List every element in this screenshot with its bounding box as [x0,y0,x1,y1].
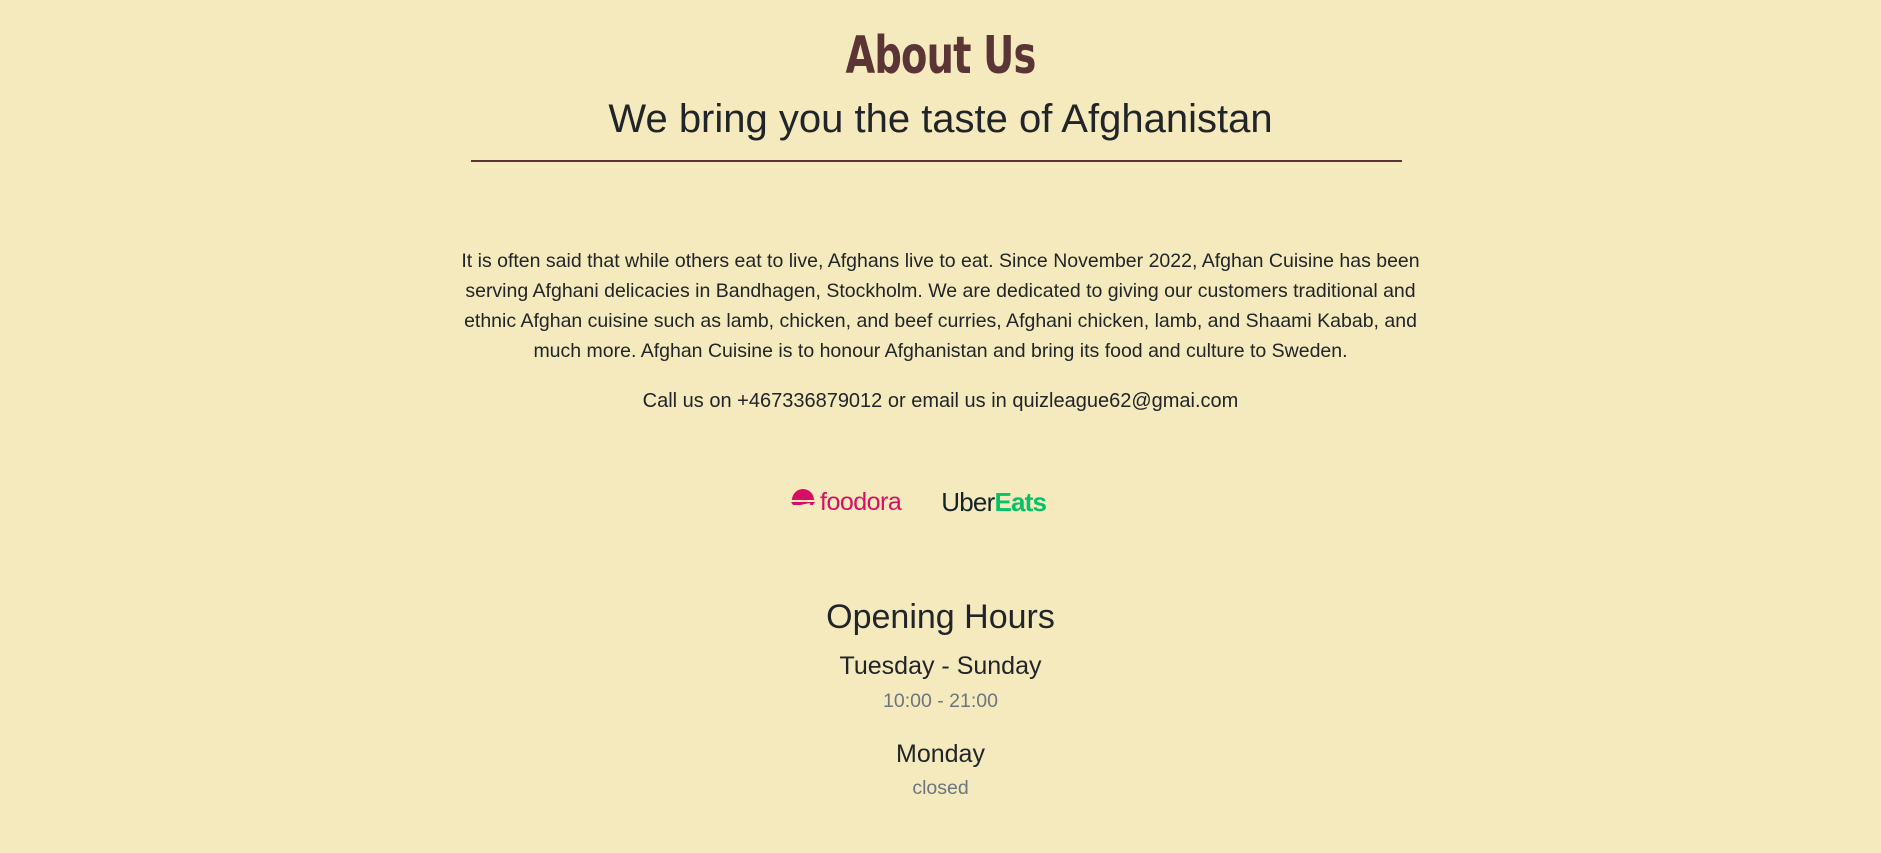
foodora-link[interactable]: foodora [790,487,902,517]
title-divider [471,160,1402,162]
page-subtitle: We bring you the taste of Afghanistan [608,97,1273,141]
ubereats-uber-label: Uber [941,487,995,517]
foodora-label: foodora [820,488,902,516]
opening-hours-title: Opening Hours [826,598,1055,636]
hours-days: Tuesday - Sunday [839,652,1042,680]
about-page: About Us We bring you the taste of Afgha… [0,0,1881,853]
delivery-logos: foodora UberEats [790,482,1090,522]
foodora-logo-icon [790,487,820,517]
hours-time: closed [912,777,969,799]
about-description: It is often said that while others eat t… [461,250,1420,362]
page-title: About Us [845,26,1037,86]
contact-info: Call us on +467336879012 or email us in … [642,390,1239,412]
hours-days: Monday [896,740,985,768]
ubereats-eats-label: Eats [994,487,1047,517]
hours-time: 10:00 - 21:00 [883,690,998,712]
ubereats-link[interactable]: UberEats [941,487,1047,517]
